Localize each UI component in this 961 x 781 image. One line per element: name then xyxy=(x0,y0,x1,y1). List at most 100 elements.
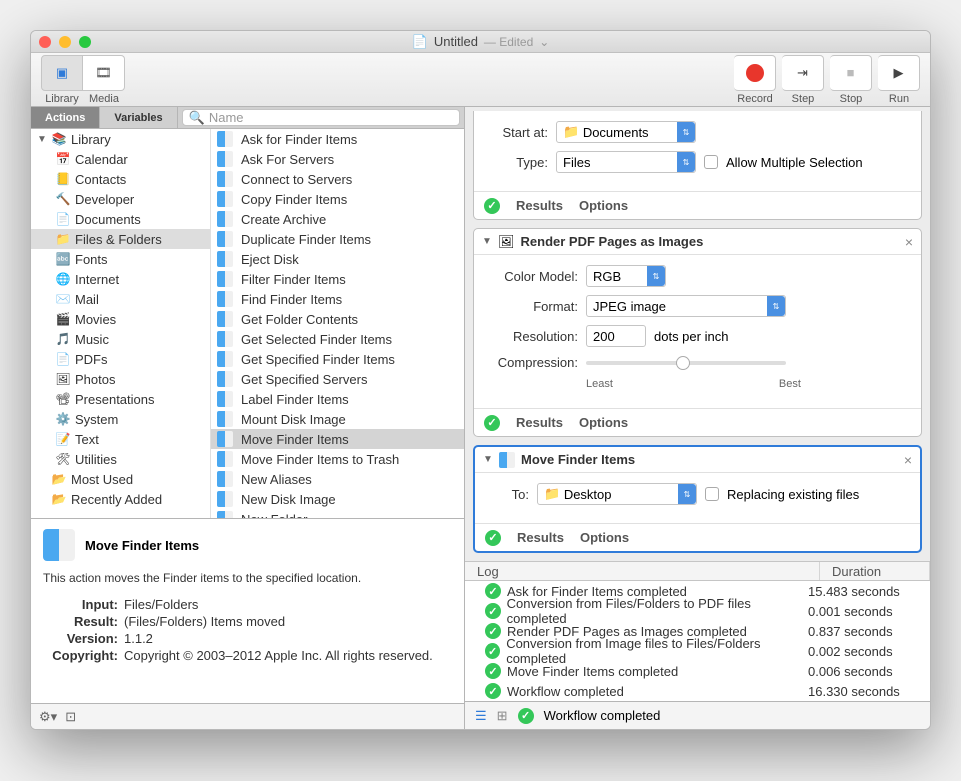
category-contacts[interactable]: 📒Contacts xyxy=(31,169,210,189)
category-developer[interactable]: 🔨Developer xyxy=(31,189,210,209)
edited-indicator[interactable]: — Edited xyxy=(484,35,533,49)
library-icon: 📚 xyxy=(51,131,67,147)
stop-button[interactable]: ■ xyxy=(830,55,872,91)
action-eject-disk[interactable]: Eject Disk xyxy=(211,249,464,269)
action-move-finder-items-to-trash[interactable]: Move Finder Items to Trash xyxy=(211,449,464,469)
record-label: Record xyxy=(737,93,772,105)
tab-actions[interactable]: Actions xyxy=(31,107,100,128)
action-ask-for-servers[interactable]: Ask For Servers xyxy=(211,149,464,169)
action-label-finder-items[interactable]: Label Finder Items xyxy=(211,389,464,409)
gear-icon[interactable]: ⚙︎▾ xyxy=(39,709,57,725)
category-system[interactable]: ⚙️System xyxy=(31,409,210,429)
action-get-selected-finder-items[interactable]: Get Selected Finder Items xyxy=(211,329,464,349)
log-column-header[interactable]: Log xyxy=(465,562,820,580)
stop-label: Stop xyxy=(840,93,863,105)
category-calendar[interactable]: 📅Calendar xyxy=(31,149,210,169)
category-music[interactable]: 🎵Music xyxy=(31,329,210,349)
action-connect-to-servers[interactable]: Connect to Servers xyxy=(211,169,464,189)
tab-variables[interactable]: Variables xyxy=(100,107,177,128)
category-utilities[interactable]: 🛠Utilities xyxy=(31,449,210,469)
category-fonts[interactable]: 🔤Fonts xyxy=(31,249,210,269)
expand-icon[interactable]: ⊡ xyxy=(65,709,76,725)
close-icon[interactable]: × xyxy=(905,234,913,250)
replace-checkbox[interactable] xyxy=(705,487,719,501)
compression-slider[interactable] xyxy=(586,361,786,365)
smart-folder-recently-added[interactable]: 📂Recently Added xyxy=(31,489,210,509)
results-button[interactable]: Results xyxy=(516,415,563,430)
finder-icon xyxy=(217,291,233,307)
allow-multiple-checkbox[interactable] xyxy=(704,155,718,169)
category-photos[interactable]: 🖼Photos xyxy=(31,369,210,389)
results-button[interactable]: Results xyxy=(516,198,563,213)
info-description: This action moves the Finder items to th… xyxy=(43,571,452,585)
resolution-input[interactable] xyxy=(586,325,646,347)
grid-view-icon[interactable]: ⊞ xyxy=(497,708,508,724)
action-new-aliases[interactable]: New Aliases xyxy=(211,469,464,489)
category-pdfs[interactable]: 📄PDFs xyxy=(31,349,210,369)
log-row[interactable]: ✓Conversion from Files/Folders to PDF fi… xyxy=(465,601,930,621)
library-label: Library xyxy=(71,132,111,147)
slider-thumb-icon[interactable] xyxy=(676,356,690,370)
disclosure-triangle-icon[interactable]: ▼ xyxy=(37,134,47,145)
library-toggle-button[interactable]: ▣ xyxy=(41,55,83,91)
log-row[interactable]: ✓Workflow completed16.330 seconds xyxy=(465,681,930,701)
log-row[interactable]: ✓Conversion from Image files to Files/Fo… xyxy=(465,641,930,661)
library-root[interactable]: ▼ 📚 Library xyxy=(31,129,210,149)
action-create-archive[interactable]: Create Archive xyxy=(211,209,464,229)
step-button[interactable]: ⇥ xyxy=(782,55,824,91)
category-internet[interactable]: 🌐Internet xyxy=(31,269,210,289)
action-ask-for-finder-items[interactable]: Ask for Finder Items xyxy=(211,129,464,149)
format-select[interactable]: JPEG image⇅ xyxy=(586,295,786,317)
action-copy-finder-items[interactable]: Copy Finder Items xyxy=(211,189,464,209)
category-presentations[interactable]: 📽Presentations xyxy=(31,389,210,409)
action-duplicate-finder-items[interactable]: Duplicate Finder Items xyxy=(211,229,464,249)
type-select[interactable]: Files⇅ xyxy=(556,151,696,173)
options-button[interactable]: Options xyxy=(579,198,628,213)
results-button[interactable]: Results xyxy=(517,530,564,545)
finder-icon xyxy=(217,451,233,467)
search-placeholder: Name xyxy=(209,110,244,125)
action-move-finder-items[interactable]: Move Finder Items xyxy=(211,429,464,449)
search-input[interactable]: 🔍 Name xyxy=(182,109,460,126)
action-get-specified-finder-items[interactable]: Get Specified Finder Items xyxy=(211,349,464,369)
to-select[interactable]: 📁 Desktop⇅ xyxy=(537,483,697,505)
action-mount-disk-image[interactable]: Mount Disk Image xyxy=(211,409,464,429)
action-move-finder-items[interactable]: ▼ Move Finder Items × To: 📁 Desktop⇅ Rep… xyxy=(473,445,922,553)
allow-multiple-label: Allow Multiple Selection xyxy=(726,155,863,170)
colormodel-select[interactable]: RGB⇅ xyxy=(586,265,666,287)
action-get-specified-servers[interactable]: Get Specified Servers xyxy=(211,369,464,389)
category-files-folders[interactable]: 📁 Files & Folders xyxy=(31,229,210,249)
category-documents[interactable]: 📄Documents xyxy=(31,209,210,229)
startat-select[interactable]: 📁 Documents⇅ xyxy=(556,121,696,143)
options-button[interactable]: Options xyxy=(579,415,628,430)
smart-folder-most-used[interactable]: 📂Most Used xyxy=(31,469,210,489)
action-filter-finder-items[interactable]: Filter Finder Items xyxy=(211,269,464,289)
log-duration: 0.837 seconds xyxy=(808,624,918,639)
media-toggle-button[interactable]: 🎞 xyxy=(83,55,125,91)
category-icon: 🛠 xyxy=(55,451,71,467)
category-label: Files & Folders xyxy=(75,232,162,247)
chevron-down-icon[interactable]: ⌄ xyxy=(539,35,549,49)
log-row[interactable]: ✓Move Finder Items completed0.006 second… xyxy=(465,661,930,681)
action-new-disk-image[interactable]: New Disk Image xyxy=(211,489,464,509)
close-window-icon[interactable] xyxy=(39,36,51,48)
category-mail[interactable]: ✉️Mail xyxy=(31,289,210,309)
run-button[interactable]: ▶ xyxy=(878,55,920,91)
finder-icon xyxy=(217,231,233,247)
duration-column-header[interactable]: Duration xyxy=(820,562,930,580)
disclosure-triangle-icon[interactable]: ▼ xyxy=(483,454,493,465)
list-view-icon[interactable]: ☰ xyxy=(475,708,487,724)
options-button[interactable]: Options xyxy=(580,530,629,545)
minimize-window-icon[interactable] xyxy=(59,36,71,48)
zoom-window-icon[interactable] xyxy=(79,36,91,48)
category-text[interactable]: 📝Text xyxy=(31,429,210,449)
disclosure-triangle-icon[interactable]: ▼ xyxy=(482,236,492,247)
action-label: Get Folder Contents xyxy=(241,312,358,327)
category-icon: 📁 xyxy=(55,231,71,247)
action-find-finder-items[interactable]: Find Finder Items xyxy=(211,289,464,309)
action-get-folder-contents[interactable]: Get Folder Contents xyxy=(211,309,464,329)
close-icon[interactable]: × xyxy=(904,452,912,468)
category-movies[interactable]: 🎬Movies xyxy=(31,309,210,329)
record-button[interactable] xyxy=(734,55,776,91)
action-new-folder[interactable]: New Folder xyxy=(211,509,464,518)
